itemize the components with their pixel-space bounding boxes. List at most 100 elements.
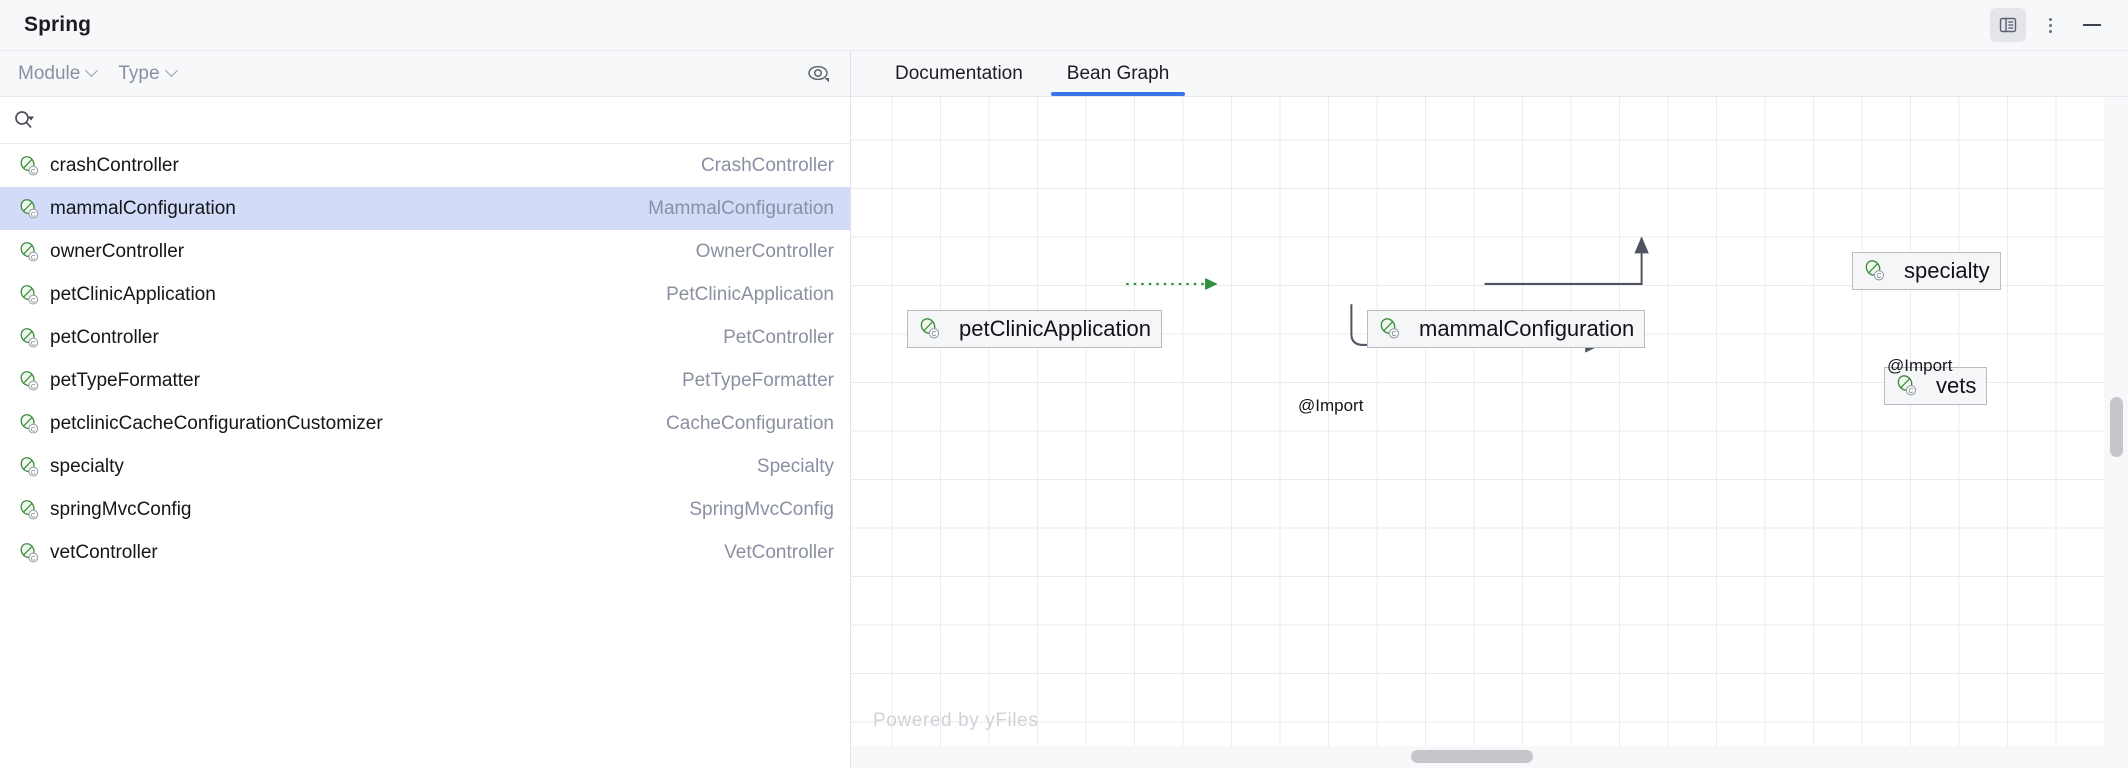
yfiles-watermark: Powered by yFiles	[873, 710, 1038, 732]
minimize-icon	[2083, 24, 2101, 26]
spring-bean-icon-wrapper: C	[17, 412, 41, 436]
spring-bean-icon-wrapper: C	[17, 154, 41, 178]
spring-bean-icon: C	[917, 316, 942, 341]
svg-text:C: C	[31, 340, 36, 347]
spring-bean-icon: C	[17, 541, 41, 565]
bean-list-item-type: SpringMvcConfig	[689, 499, 834, 521]
spring-bean-icon-wrapper: C	[17, 240, 41, 264]
bean-list-item-type: OwnerController	[696, 241, 834, 263]
bean-list-item-type: PetClinicApplication	[666, 284, 834, 306]
more-options-button[interactable]	[2032, 8, 2068, 42]
bean-list-item[interactable]: CspecialtySpecialty	[0, 445, 850, 488]
graph-vertical-scrollbar-thumb[interactable]	[2110, 397, 2123, 457]
chevron-down-icon	[85, 64, 98, 77]
spring-bean-icon-wrapper: C	[17, 369, 41, 393]
bean-list-item[interactable]: CpetTypeFormatter PetTypeFormatter	[0, 359, 850, 402]
spring-bean-icon: C	[1894, 373, 1919, 398]
panel-layout-button[interactable]	[1990, 8, 2026, 42]
bean-list-item-name: petClinicApplication	[50, 284, 216, 306]
tab-bean-graph[interactable]: Bean Graph	[1045, 51, 1191, 96]
bean-list-item-name: petclinicCacheConfigurationCustomizer	[50, 413, 383, 435]
graph-horizontal-scrollbar-thumb[interactable]	[1411, 750, 1533, 763]
search-icon	[12, 108, 38, 132]
spring-bean-icon-wrapper: C	[17, 455, 41, 479]
bean-list-item-name: petTypeFormatter	[50, 370, 200, 392]
bean-list-item[interactable]: CpetController PetController	[0, 316, 850, 359]
spring-bean-icon-wrapper: C	[1894, 373, 1919, 398]
graph-edge-label: @Import	[1298, 396, 1363, 416]
bean-list-item-type: CrashController	[701, 155, 834, 177]
spring-bean-icon: C	[1377, 316, 1402, 341]
beans-list[interactable]: CcrashController CrashController CmammalCo…	[0, 144, 850, 768]
spring-bean-icon: C	[17, 154, 41, 178]
bean-list-item-type: MammalConfiguration	[648, 198, 834, 220]
bean-list-item[interactable]: CpetClinicApplication PetClinicApplicatio…	[0, 273, 850, 316]
graph-node-mammalConfiguration[interactable]: CmammalConfiguration	[1367, 310, 1645, 348]
spring-bean-icon: C	[17, 412, 41, 436]
spring-bean-icon: C	[17, 326, 41, 350]
graph-node-specialty[interactable]: Cspecialty	[1852, 252, 2001, 290]
svg-text:C: C	[1908, 388, 1913, 395]
tab-documentation[interactable]: Documentation	[873, 51, 1045, 96]
spring-bean-icon: C	[17, 283, 41, 307]
graph-edge-label: @Import	[1887, 356, 1952, 376]
filter-type[interactable]: Type	[118, 63, 175, 85]
visibility-toggle-button[interactable]	[802, 59, 836, 89]
panel-layout-icon	[1998, 15, 2018, 35]
filter-module[interactable]: Module	[18, 63, 96, 85]
bean-list-item[interactable]: CpetclinicCacheConfigurationCustomizerCa…	[0, 402, 850, 445]
search-icon-button[interactable]	[12, 108, 38, 132]
detail-tabbar: Documentation Bean Graph	[851, 51, 2128, 97]
svg-text:C: C	[931, 331, 936, 338]
spring-bean-icon-wrapper: C	[17, 326, 41, 350]
tab-bean-graph-label: Bean Graph	[1067, 63, 1169, 85]
spring-bean-icon-wrapper: C	[1862, 258, 1887, 283]
bean-list-item-type: PetController	[723, 327, 834, 349]
bean-list-item[interactable]: CownerController OwnerController	[0, 230, 850, 273]
minimize-button[interactable]	[2074, 8, 2110, 42]
bean-list-item-type: VetController	[724, 542, 834, 564]
spring-bean-icon: C	[1862, 258, 1887, 283]
bean-list-item-name: specialty	[50, 456, 124, 478]
bean-list-item-name: vetController	[50, 542, 158, 564]
bean-list-item-name: mammalConfiguration	[50, 198, 236, 220]
beans-panel: Module Type	[0, 51, 851, 768]
chevron-down-icon	[165, 64, 178, 77]
eye-icon	[805, 62, 833, 86]
bean-list-item[interactable]: CvetController VetController	[0, 531, 850, 574]
titlebar-actions	[1990, 8, 2110, 42]
tool-window-body: Module Type	[0, 50, 2128, 768]
bean-list-item[interactable]: CmammalConfiguration MammalConfiguration	[0, 187, 850, 230]
bean-list-item-name: crashController	[50, 155, 179, 177]
filter-type-label: Type	[118, 63, 159, 85]
tab-documentation-label: Documentation	[895, 63, 1023, 85]
bean-list-item[interactable]: CspringMvcConfigSpringMvcConfig	[0, 488, 850, 531]
search-input[interactable]	[44, 110, 850, 131]
bean-graph-edges	[851, 97, 2128, 768]
beans-search-row[interactable]	[0, 97, 850, 144]
svg-text:C: C	[31, 426, 36, 433]
graph-node-label: petClinicApplication	[959, 316, 1151, 342]
bean-list-item-name: ownerController	[50, 241, 184, 263]
bean-list-item[interactable]: CcrashController CrashController	[0, 144, 850, 187]
spring-bean-icon: C	[17, 197, 41, 221]
graph-vertical-scrollbar-track[interactable]	[2104, 97, 2128, 768]
svg-text:C: C	[31, 211, 36, 218]
graph-node-label: vets	[1936, 373, 1976, 399]
graph-node-petClinicApplication[interactable]: CpetClinicApplication	[907, 310, 1162, 348]
svg-text:C: C	[31, 555, 36, 562]
spring-bean-icon-wrapper: C	[17, 498, 41, 522]
bean-list-item-type: PetTypeFormatter	[682, 370, 834, 392]
beans-filter-bar: Module Type	[0, 51, 850, 97]
spring-bean-icon: C	[17, 498, 41, 522]
bean-list-item-name: petController	[50, 327, 159, 349]
spring-tool-window: Spring Modul	[0, 0, 2128, 768]
graph-horizontal-scrollbar-track[interactable]	[851, 746, 2128, 768]
spring-bean-icon-wrapper: C	[917, 316, 942, 341]
spring-bean-icon-wrapper: C	[17, 197, 41, 221]
tool-window-titlebar: Spring	[0, 0, 2128, 50]
bean-graph-canvas[interactable]: CpetClinicApplication CmammalConfiguratio…	[851, 97, 2128, 768]
svg-text:C: C	[1876, 273, 1881, 280]
svg-text:C: C	[31, 512, 36, 519]
detail-panel: Documentation Bean Graph	[851, 51, 2128, 768]
